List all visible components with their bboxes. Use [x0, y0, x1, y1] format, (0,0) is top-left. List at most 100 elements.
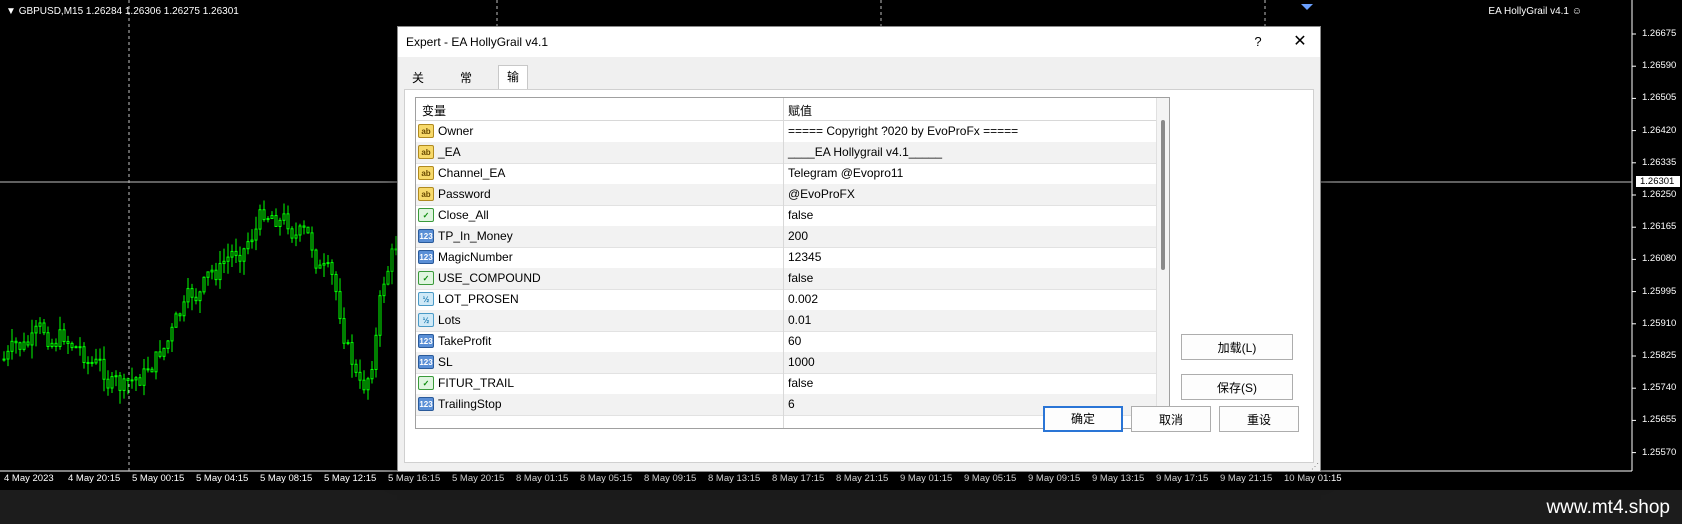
- tab-inputs[interactable]: 输入参数: [498, 65, 529, 150]
- parameter-row[interactable]: 123 TakeProfit 60: [416, 331, 1156, 353]
- time-tick-label: 8 May 17:15: [772, 473, 825, 484]
- candle-body: [202, 276, 206, 293]
- boolean-type-icon: ✓: [418, 208, 434, 222]
- parameter-row[interactable]: ab Channel_EA Telegram @Evopro11: [416, 163, 1156, 185]
- candle-body: [354, 363, 358, 373]
- candle-body: [146, 368, 150, 371]
- parameter-value[interactable]: 6: [788, 397, 795, 411]
- parameter-name: Password: [438, 187, 491, 201]
- time-tick-label: 5 May 00:15: [132, 473, 185, 484]
- candle-body: [278, 219, 282, 227]
- candle-body: [190, 288, 194, 298]
- parameter-row[interactable]: ab Password @EvoProFX: [416, 184, 1156, 206]
- close-button[interactable]: ✕: [1290, 32, 1310, 52]
- cancel-button[interactable]: 取消: [1131, 406, 1211, 432]
- tab-about[interactable]: 关于: [404, 67, 432, 107]
- string-type-icon: ab: [418, 166, 434, 180]
- parameter-row[interactable]: ½ LOT_PROSEN 0.002: [416, 289, 1156, 311]
- parameter-row[interactable]: ab _EA ____EA Hollygrail v4.1_____: [416, 142, 1156, 164]
- candle-body: [226, 256, 230, 262]
- tab-common[interactable]: 常用: [452, 67, 480, 107]
- candle-body: [98, 358, 102, 361]
- candle-body: [366, 378, 370, 391]
- column-variable-header[interactable]: 变量: [422, 102, 446, 119]
- integer-type-icon: 123: [418, 229, 434, 243]
- candle-body: [90, 361, 94, 364]
- candle-body: [214, 269, 218, 281]
- parameter-value[interactable]: 0.01: [788, 313, 811, 327]
- parameter-row[interactable]: ✓ Close_All false: [416, 205, 1156, 227]
- candle-body: [270, 215, 274, 220]
- inputs-panel: 变量 赋值 ab Owner ===== Copyright ?020 by Evo…: [404, 89, 1314, 463]
- chart-menu-triangle-icon[interactable]: ▼: [6, 6, 19, 17]
- parameter-value[interactable]: false: [788, 208, 813, 222]
- column-value-header[interactable]: 赋值: [788, 102, 812, 119]
- integer-type-icon: 123: [418, 334, 434, 348]
- parameter-row[interactable]: ½ Lots 0.01: [416, 310, 1156, 332]
- dialog-title-bar[interactable]: Expert - EA HollyGrail v4.1 ? ✕: [398, 27, 1320, 57]
- candle-body: [118, 375, 122, 391]
- parameter-value[interactable]: ===== Copyright ?020 by EvoProFx =====: [788, 124, 1018, 138]
- time-tick-label: 10 May 01:15: [1284, 473, 1342, 484]
- candle-body: [266, 218, 270, 221]
- grid-header: 变量 赋值: [416, 98, 1156, 121]
- parameter-row[interactable]: ✓ FITUR_TRAIL false: [416, 373, 1156, 395]
- price-tick-label: 1.26335: [1642, 156, 1677, 168]
- candle-body: [194, 296, 198, 302]
- string-type-icon: ab: [418, 145, 434, 159]
- load-button[interactable]: 加载(L): [1181, 334, 1293, 360]
- candle-body: [350, 342, 354, 365]
- candle-body: [150, 368, 154, 373]
- integer-type-icon: 123: [418, 397, 434, 411]
- grid-scrollbar[interactable]: [1156, 98, 1169, 428]
- parameter-row[interactable]: 123 TP_In_Money 200: [416, 226, 1156, 248]
- boolean-type-icon: ✓: [418, 376, 434, 390]
- time-tick-label: 9 May 21:15: [1220, 473, 1273, 484]
- parameter-value[interactable]: 0.002: [788, 292, 818, 306]
- parameter-row[interactable]: 123 MagicNumber 12345: [416, 247, 1156, 269]
- resize-grip-icon[interactable]: ⋰: [1311, 462, 1319, 471]
- help-button[interactable]: ?: [1248, 32, 1268, 52]
- parameter-value[interactable]: false: [788, 271, 813, 285]
- ok-button[interactable]: 确定: [1043, 406, 1123, 432]
- parameter-name: LOT_PROSEN: [438, 292, 519, 306]
- time-tick-label: 4 May 20:15: [68, 473, 121, 484]
- price-tick-label: 1.25740: [1642, 382, 1677, 394]
- parameter-value[interactable]: 60: [788, 334, 801, 348]
- ea-name-text: EA HollyGrail v4.1: [1488, 6, 1569, 17]
- candle-body: [78, 346, 82, 349]
- parameter-value[interactable]: 12345: [788, 250, 821, 264]
- parameter-row[interactable]: 123 SL 1000: [416, 352, 1156, 374]
- parameter-value[interactable]: false: [788, 376, 813, 390]
- time-tick-label: 8 May 13:15: [708, 473, 761, 484]
- time-tick-label: 8 May 09:15: [644, 473, 697, 484]
- candle-body: [238, 254, 242, 262]
- time-tick-label: 4 May 2023: [4, 473, 54, 484]
- candle-body: [30, 332, 34, 346]
- parameter-row[interactable]: ab Owner ===== Copyright ?020 by EvoProFx …: [416, 121, 1156, 143]
- time-tick-label: 9 May 01:15: [900, 473, 953, 484]
- parameter-name: _EA: [438, 145, 461, 159]
- time-tick-label: 8 May 05:15: [580, 473, 633, 484]
- candle-body: [110, 376, 114, 389]
- candle-body: [10, 340, 14, 352]
- candle-body: [170, 326, 174, 342]
- parameter-row[interactable]: ✓ USE_COMPOUND false: [416, 268, 1156, 290]
- candle-body: [130, 379, 134, 382]
- candle-body: [106, 378, 110, 389]
- parameter-value[interactable]: ____EA Hollygrail v4.1_____: [788, 145, 942, 159]
- parameter-value[interactable]: 200: [788, 229, 808, 243]
- candle-body: [138, 377, 142, 386]
- candle-body: [86, 361, 90, 364]
- time-tick-label: 9 May 09:15: [1028, 473, 1081, 484]
- parameter-value[interactable]: 1000: [788, 355, 815, 369]
- scrollbar-thumb[interactable]: [1161, 120, 1165, 270]
- reset-button[interactable]: 重设: [1219, 406, 1299, 432]
- parameter-name: MagicNumber: [438, 250, 513, 264]
- save-button[interactable]: 保存(S): [1181, 374, 1293, 400]
- candle-body: [174, 313, 178, 328]
- parameter-value[interactable]: @EvoProFX: [788, 187, 855, 201]
- price-tick-label: 1.26420: [1642, 124, 1677, 136]
- parameter-value[interactable]: Telegram @Evopro11: [788, 166, 903, 180]
- candle-body: [326, 262, 330, 265]
